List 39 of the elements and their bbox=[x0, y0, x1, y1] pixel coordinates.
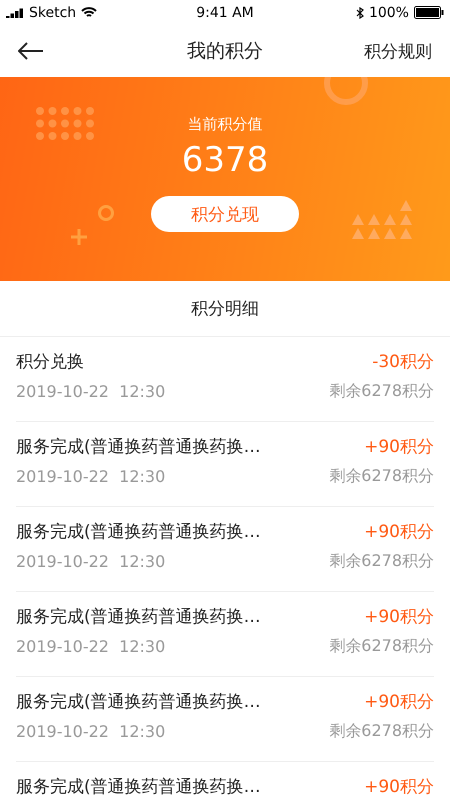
record-title: 服务完成(普通换药普通换药换… bbox=[16, 521, 261, 543]
points-change: +90积分 bbox=[364, 691, 434, 713]
record-title: 积分兑换 bbox=[16, 351, 84, 373]
points-value: 6378 bbox=[182, 140, 268, 180]
points-change: -30积分 bbox=[372, 351, 434, 373]
rules-link[interactable]: 积分规则 bbox=[352, 40, 432, 62]
status-time: 9:41 AM bbox=[196, 4, 254, 20]
balance-text: 剩余6278积分 bbox=[329, 551, 434, 572]
points-change: +90积分 bbox=[364, 521, 434, 543]
ring-drawing bbox=[97, 204, 115, 222]
balance-text: 剩余6278积分 bbox=[329, 466, 434, 487]
battery-percent: 100% bbox=[368, 4, 409, 20]
record-date: 2019-10-22 12:30 bbox=[16, 722, 166, 741]
points-change: +90积分 bbox=[364, 436, 434, 458]
signal-icon bbox=[6, 8, 24, 18]
record-title: 服务完成(普通换药普通换药换… bbox=[16, 776, 261, 798]
page-title: 我的积分 bbox=[187, 39, 263, 64]
points-change: +90积分 bbox=[364, 776, 434, 798]
record-date: 2019-10-22 12:30 bbox=[16, 552, 166, 571]
points-change: +90积分 bbox=[364, 606, 434, 628]
ring-drawing bbox=[322, 77, 370, 107]
wifi-icon bbox=[81, 6, 98, 18]
record-title: 服务完成(普通换药普通换药换… bbox=[16, 436, 261, 458]
section-title: 积分明细 bbox=[191, 298, 259, 320]
battery-icon bbox=[414, 6, 444, 19]
balance-text: 剩余6278积分 bbox=[329, 721, 434, 742]
plus-drawing bbox=[70, 228, 88, 246]
back-arrow-icon bbox=[18, 42, 44, 60]
balance-text: 剩余6278积分 bbox=[329, 636, 434, 657]
points-label: 当前积分值 bbox=[188, 115, 262, 134]
balance-text: 剩余6278积分 bbox=[329, 381, 434, 402]
record-date: 2019-10-22 12:30 bbox=[16, 467, 166, 486]
record-date: 2019-10-22 12:30 bbox=[16, 637, 166, 656]
record-title: 服务完成(普通换药普通换药换… bbox=[16, 691, 261, 713]
dots-drawing bbox=[36, 107, 94, 142]
record-date: 2019-10-22 12:30 bbox=[16, 382, 166, 401]
record-title: 服务完成(普通换药普通换药换… bbox=[16, 606, 261, 628]
carrier-name: Sketch bbox=[29, 4, 76, 20]
bluetooth-icon bbox=[356, 6, 364, 18]
